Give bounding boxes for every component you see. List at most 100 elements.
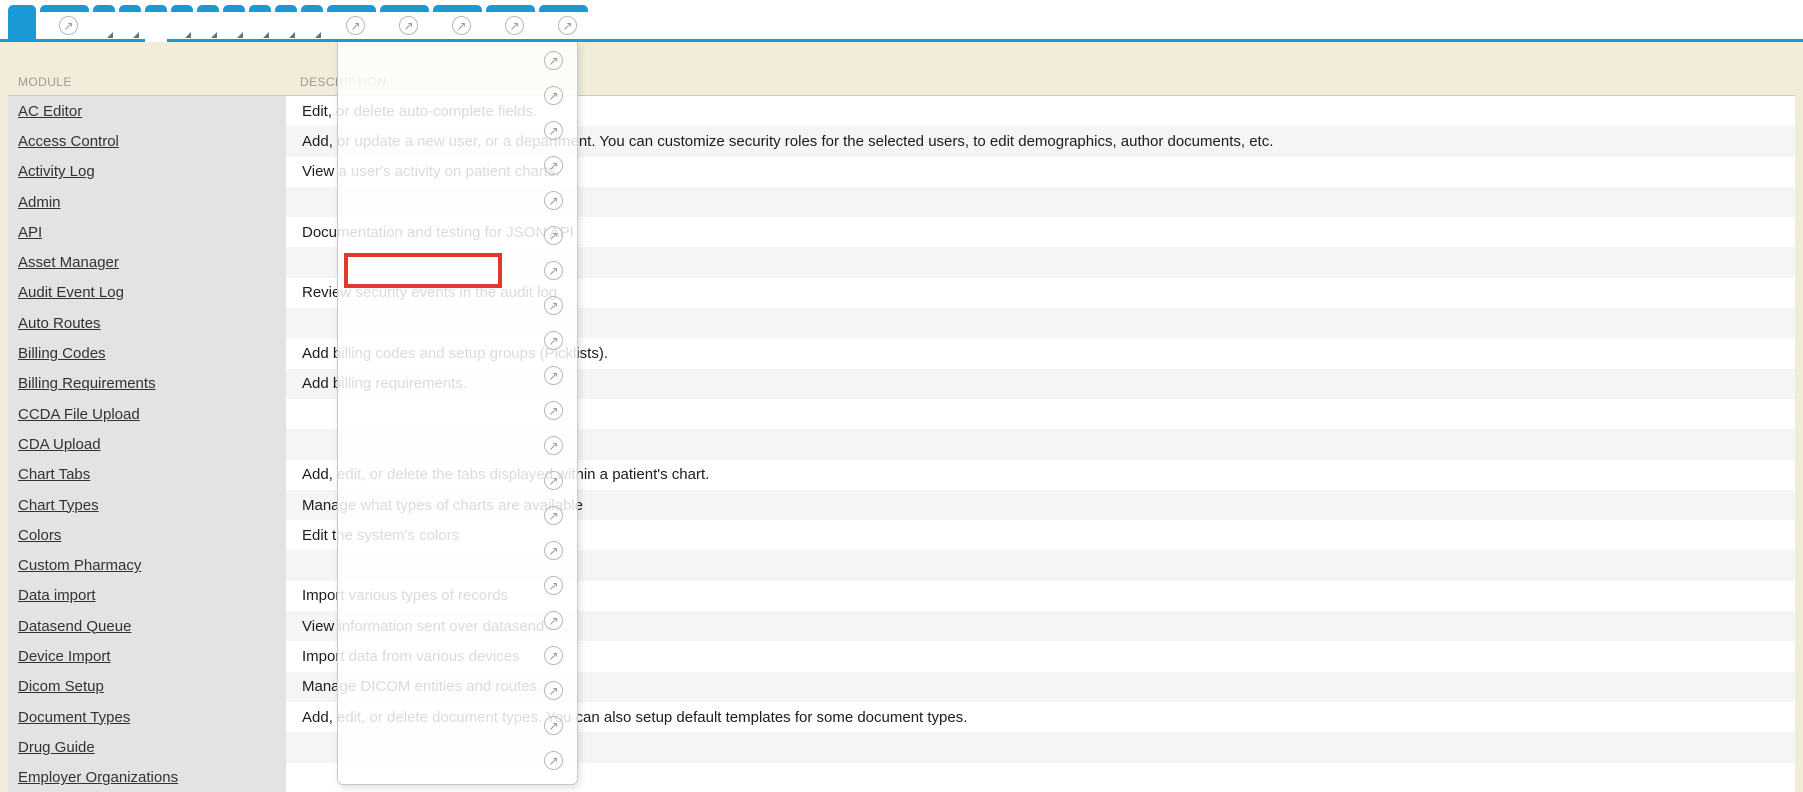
system-dropdown-menu: ↗↗↗↗↗↗↗↗↗↗↗↗↗↗↗↗↗↗↗↗↗: [337, 42, 578, 785]
tab-orders[interactable]: [197, 5, 219, 39]
tab-access[interactable]: [93, 5, 115, 39]
tab-chart[interactable]: [119, 5, 141, 39]
module-link-billing-codes[interactable]: Billing Codes: [8, 338, 286, 368]
module-link-document-types[interactable]: Document Types: [8, 702, 286, 732]
external-link-icon: ↗: [544, 541, 563, 560]
tab-accent-cap: [145, 5, 167, 12]
module-link-colors[interactable]: Colors: [8, 520, 286, 550]
menu-item-layout-manager[interactable]: ↗: [338, 218, 577, 253]
menu-caret-icon: [211, 32, 217, 38]
tab-accent-cap: [275, 5, 297, 12]
menu-item-colors[interactable]: ↗: [338, 78, 577, 113]
module-link-audit-event-log[interactable]: Audit Event Log: [8, 278, 286, 308]
tab-accent-cap: [327, 5, 376, 12]
tab-reference[interactable]: [223, 5, 245, 39]
external-link-icon: ↗: [544, 51, 563, 70]
external-link-icon: ↗: [544, 611, 563, 630]
menu-item-system-editors[interactable]: ↗: [338, 603, 577, 638]
external-link-icon: ↗: [59, 16, 78, 35]
menu-item-inv-trans-report-settings[interactable]: ↗: [338, 113, 577, 148]
external-link-icon: ↗: [544, 751, 563, 770]
module-link-auto-routes[interactable]: Auto Routes: [8, 308, 286, 338]
tab-accent-cap: [40, 5, 89, 12]
menu-item-spell-check[interactable]: ↗: [338, 498, 577, 533]
menu-caret-icon: [237, 32, 243, 38]
external-link-icon: ↗: [544, 681, 563, 700]
module-link-data-import[interactable]: Data import: [8, 581, 286, 611]
external-link-icon: ↗: [544, 716, 563, 735]
menu-caret-icon: [315, 32, 321, 38]
module-link-drug-guide[interactable]: Drug Guide: [8, 732, 286, 762]
module-link-admin[interactable]: Admin: [8, 187, 286, 217]
menu-item-ip-settings[interactable]: ↗: [338, 148, 577, 183]
tab-accent-cap: [171, 5, 193, 12]
menu-item-ac-editor[interactable]: ↗: [338, 43, 577, 78]
tab-interface[interactable]: [171, 5, 193, 39]
module-link-activity-log[interactable]: Activity Log: [8, 157, 286, 187]
tab-employer-organizations[interactable]: ↗: [380, 5, 429, 39]
tab-similar-exposure-groups-segs[interactable]: ↗: [486, 5, 535, 39]
menu-item-languages[interactable]: ↗: [338, 183, 577, 218]
module-link-employer-organizations[interactable]: Employer Organizations: [8, 763, 286, 792]
menu-caret-icon: [185, 32, 191, 38]
module-link-datasend-queue[interactable]: Datasend Queue: [8, 611, 286, 641]
highlight-annotation-box: [344, 253, 502, 288]
module-link-dicom-setup[interactable]: Dicom Setup: [8, 672, 286, 702]
tab-accent-cap: [119, 5, 141, 12]
tab-provider-management[interactable]: ↗: [433, 5, 482, 39]
module-link-custom-pharmacy[interactable]: Custom Pharmacy: [8, 550, 286, 580]
tab-accent-cap: [301, 5, 323, 12]
menu-item-var-tree[interactable]: ↗: [338, 743, 577, 778]
menu-item-menu-editor[interactable]: ↗: [338, 288, 577, 323]
external-link-icon: ↗: [544, 296, 563, 315]
tab-hsp[interactable]: [301, 5, 323, 39]
external-link-icon: ↗: [544, 156, 563, 175]
menu-caret-icon: [263, 32, 269, 38]
module-link-asset-manager[interactable]: Asset Manager: [8, 247, 286, 277]
tab-accent-cap: [249, 5, 271, 12]
menu-item-scheduled-jobs[interactable]: ↗: [338, 393, 577, 428]
external-link-icon: ↗: [505, 16, 524, 35]
menu-caret-icon: [133, 32, 139, 38]
external-link-icon: ↗: [544, 331, 563, 350]
module-link-billing-requirements[interactable]: Billing Requirements: [8, 369, 286, 399]
tab-work-locations[interactable]: ↗: [539, 5, 588, 39]
menu-item-system-settings[interactable]: ↗: [338, 708, 577, 743]
tab-accent-cap: [539, 5, 588, 12]
external-link-icon: ↗: [544, 646, 563, 665]
menu-item-system-report[interactable]: ↗: [338, 673, 577, 708]
external-link-icon: ↗: [544, 261, 563, 280]
menu-item-std-tests[interactable]: ↗: [338, 533, 577, 568]
menu-item-plugins[interactable]: ↗: [338, 358, 577, 393]
menu-item-nature-of-injury[interactable]: ↗: [338, 323, 577, 358]
menu-item-scripted-rules[interactable]: ↗: [338, 463, 577, 498]
module-link-device-import[interactable]: Device Import: [8, 641, 286, 671]
tab-my-settings[interactable]: ↗: [40, 5, 89, 39]
external-link-icon: ↗: [544, 366, 563, 385]
external-link-icon: ↗: [544, 436, 563, 455]
module-link-chart-types[interactable]: Chart Types: [8, 490, 286, 520]
menu-item-system-configuration[interactable]: ↗: [338, 568, 577, 603]
tab-accent-cap: [380, 5, 429, 12]
tab-printing[interactable]: [249, 5, 271, 39]
external-link-icon: ↗: [399, 16, 418, 35]
external-link-icon: ↗: [544, 121, 563, 140]
tab-admin[interactable]: [8, 5, 36, 39]
tab-accent-cap: [486, 5, 535, 12]
tab-scheduling[interactable]: [275, 5, 297, 39]
tab-version[interactable]: ↗: [327, 5, 376, 39]
module-link-chart-tabs[interactable]: Chart Tabs: [8, 460, 286, 490]
module-link-api[interactable]: API: [8, 217, 286, 247]
menu-item-locations-manager[interactable]: ↗: [338, 253, 577, 288]
module-link-access-control[interactable]: Access Control: [8, 126, 286, 156]
menu-item-system-files[interactable]: ↗: [338, 638, 577, 673]
menu-caret-icon: [107, 32, 113, 38]
external-link-icon: ↗: [544, 471, 563, 490]
tab-system[interactable]: [145, 5, 167, 42]
menu-item-scripted-logic[interactable]: ↗: [338, 428, 577, 463]
module-link-cda-upload[interactable]: CDA Upload: [8, 429, 286, 459]
module-link-ccda-file-upload[interactable]: CCDA File Upload: [8, 399, 286, 429]
external-link-icon: ↗: [346, 16, 365, 35]
module-link-ac-editor[interactable]: AC Editor: [8, 96, 286, 126]
module-column-header: MODULE: [18, 75, 72, 89]
